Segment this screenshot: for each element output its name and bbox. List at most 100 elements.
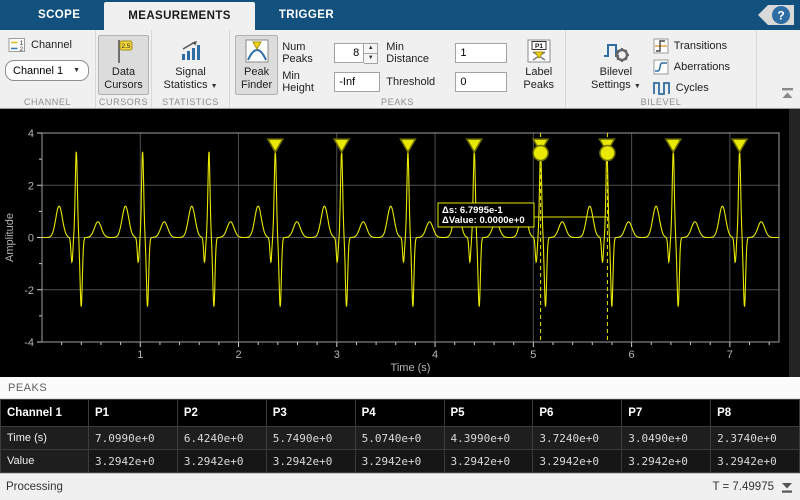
transitions-button[interactable]: Transitions [649, 35, 734, 56]
peak-value-cell: 5.7490e+0 [265, 426, 356, 450]
peak-value-cell: 7.0990e+0 [88, 426, 178, 450]
peak-value-cell: 3.2942e+0 [265, 449, 356, 473]
signal-statistics-label1: Signal [175, 66, 206, 78]
peak-value-cell: 3.7240e+0 [532, 426, 623, 450]
peaks-table-header-cell: P5 [443, 399, 534, 427]
x-tick-label: 3 [334, 349, 340, 361]
min-height-input[interactable] [334, 72, 381, 92]
x-tick-label: 1 [137, 349, 143, 361]
peak-value-cell: 3.2942e+0 [532, 449, 623, 473]
simulation-time: T = 7.49975 [712, 481, 775, 493]
x-tick-label: 2 [235, 349, 241, 361]
signal-statistics-label2: Statistics [163, 79, 208, 91]
channel-button-label: Channel [31, 39, 72, 51]
x-tick-label: 7 [727, 349, 733, 361]
aberrations-label: Aberrations [673, 60, 731, 73]
label-peaks-label1: Label [525, 66, 553, 78]
scope-plot[interactable]: 1 2 3 4 5 6 7-4-2024Time (s)AmplitudeΔs: 6.799… [0, 109, 800, 377]
peak-value-cell: 3.2942e+0 [443, 449, 534, 473]
label-peaks-icon-text: P1 [535, 43, 543, 50]
tab-scope[interactable]: SCOPE [14, 0, 104, 30]
data-cursor-handle[interactable] [599, 144, 616, 162]
stepper-up-icon[interactable]: ▲ [364, 43, 378, 53]
label-peaks-icon: P1 [527, 39, 551, 63]
data-cursors-label2: Cursors [104, 79, 143, 91]
channel-select-value: Channel 1 [13, 64, 64, 77]
num-peaks-input[interactable] [334, 42, 365, 63]
peaks-table-header-cell: P8 [710, 399, 800, 427]
x-axis-label: Time (s) [391, 362, 431, 374]
peaks-table-header-cell: P2 [176, 399, 267, 427]
peaks-panel-header[interactable]: PEAKS [0, 377, 800, 399]
y-tick-label: -2 [24, 285, 34, 297]
plot-right-gutter [789, 109, 800, 377]
peak-value-cell: 2.3740e+0 [710, 426, 800, 450]
scope-plot-panel: 1 2 3 4 5 6 7 -4 -2 0 2 4 Time (s) Amplitude Δs: 6.799… [0, 109, 800, 377]
chevron-down-icon: ▼ [633, 83, 641, 90]
min-height-label: Min Height [282, 70, 314, 94]
num-peaks-stepper[interactable]: ▲ ▼ [364, 42, 379, 64]
bilevel-settings-label1: Bilevel [599, 66, 633, 78]
peaks-table-wrap: Channel 1 P1 P2 P3 P4 P5 P6 P7 P8 Time (s) 7.0990e… [0, 399, 800, 473]
status-text: Processing [6, 481, 63, 493]
threshold-label: Threshold [386, 76, 436, 88]
peak-value-cell: 4.3990e+0 [443, 426, 534, 450]
min-distance-input[interactable] [455, 43, 508, 63]
threshold-input[interactable] [455, 72, 508, 92]
group-bilevel: Bilevel Settings ▼ Transitions Aberratio… [566, 30, 757, 108]
collapse-toolstrip-button[interactable] [780, 87, 795, 100]
x-tick-label: 5 [530, 349, 536, 361]
label-peaks-button[interactable]: P1 Label Peaks [517, 35, 560, 95]
peak-finder-button[interactable]: Peak Finder [235, 35, 279, 95]
group-label-statistics: STATISTICS [162, 97, 219, 107]
stepper-down-icon[interactable]: ▼ [364, 52, 378, 63]
peaks-table-header-cell: P4 [354, 399, 445, 427]
table-row: Time (s) 7.0990e+0 6.4240e+0 5.7490e+0 5.074… [0, 426, 800, 450]
tab-measurements[interactable]: MEASUREMENTS [104, 2, 255, 30]
peak-finder-label2: Finder [241, 79, 273, 91]
cycles-button[interactable]: Cycles [649, 77, 734, 98]
y-tick-label: 0 [28, 233, 34, 245]
channel-select[interactable]: Channel 1 ▼ [5, 60, 89, 81]
channel-button[interactable]: 1 2 Channel [5, 35, 89, 55]
triangle-down-icon [782, 482, 792, 488]
peak-finder-icon [245, 39, 269, 63]
status-bar: Processing T = 7.49975 [0, 473, 800, 500]
peak-value-cell: 3.2942e+0 [710, 449, 800, 473]
data-cursors-label1: Data [111, 66, 136, 78]
chevron-down-icon: ▼ [73, 67, 80, 74]
label-peaks-label2: Peaks [523, 79, 554, 91]
y-axis-label: Amplitude [4, 213, 16, 262]
peak-value-cell: 3.2942e+0 [88, 449, 178, 473]
chevron-down-icon: ▼ [210, 83, 218, 90]
peaks-panel-title: PEAKS [8, 381, 48, 394]
x-tick-label: 6 [629, 349, 635, 361]
group-cursors: 2.5 Data Cursors CURSORS [96, 30, 152, 108]
y-tick-label: 2 [28, 180, 34, 192]
signal-statistics-button[interactable]: Signal Statistics ▼ [157, 35, 223, 96]
data-cursor-handle[interactable] [532, 144, 549, 162]
peak-value-cell: 5.0740e+0 [354, 426, 445, 450]
peaks-table-header-cell: P1 [88, 399, 178, 427]
scroll-to-end-button[interactable] [780, 481, 794, 494]
bilevel-settings-button[interactable]: Bilevel Settings ▼ [585, 35, 647, 96]
help-button[interactable]: ? [756, 3, 796, 27]
data-cursors-button[interactable]: 2.5 Data Cursors [98, 35, 149, 95]
transitions-label: Transitions [673, 39, 728, 52]
group-label-bilevel: BILEVEL [640, 97, 682, 107]
plot-background [0, 109, 800, 377]
signal-statistics-icon [182, 41, 201, 60]
row-label: Value [0, 449, 89, 473]
group-label-channel: CHANNEL [23, 97, 72, 107]
tab-trigger[interactable]: TRIGGER [255, 0, 358, 30]
aberrations-button[interactable]: Aberrations [649, 56, 734, 77]
y-tick-label: -4 [24, 337, 34, 349]
x-tick-label: 4 [432, 349, 438, 361]
peak-value-cell: 3.2942e+0 [354, 449, 445, 473]
min-distance-label: Min Distance [386, 41, 430, 65]
bilevel-settings-label2: Settings [591, 79, 631, 91]
data-cursors-icon: 2.5 [117, 40, 132, 63]
peaks-table-header-cell: P3 [265, 399, 356, 427]
transitions-icon [653, 38, 669, 53]
bilevel-settings-icon [603, 44, 629, 62]
